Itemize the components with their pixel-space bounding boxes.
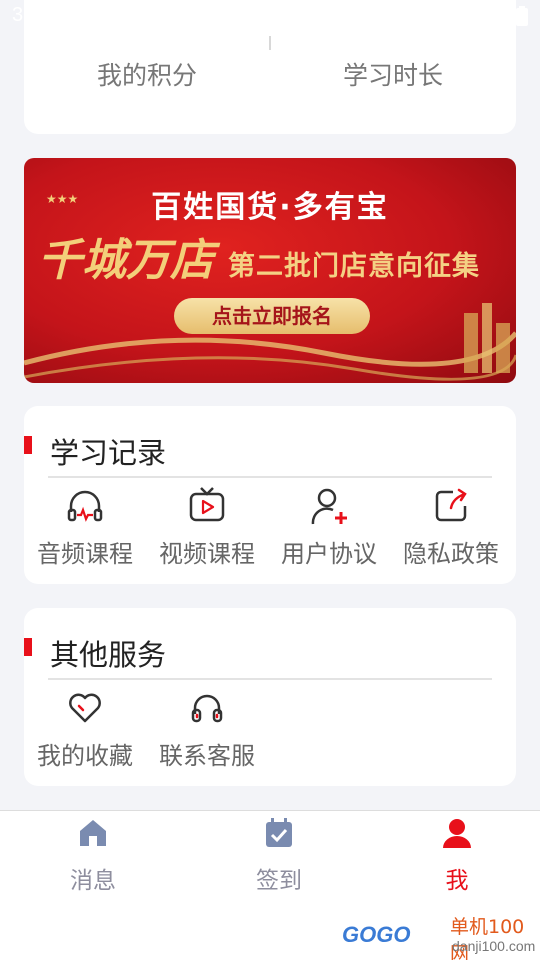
watermark-brand: GOGO <box>342 922 411 947</box>
user-icon <box>443 819 471 848</box>
my-points-label[interactable]: 我的积分 <box>24 56 270 92</box>
heart-icon <box>69 693 101 723</box>
promo-banner[interactable]: ★★★ 百姓国货·多有宝 千城万店 第二批门店意向征集 点击立即报名 <box>24 158 516 383</box>
audio-courses-item[interactable]: 音频课程 <box>24 486 146 569</box>
contact-support-label: 联系客服 <box>159 742 255 770</box>
tab-me-label: 我 <box>445 868 469 894</box>
my-favorites-item[interactable]: 我的收藏 <box>24 688 146 771</box>
video-courses-label: 视频课程 <box>159 540 255 568</box>
stat-divider <box>269 36 271 50</box>
headset-icon <box>191 694 223 723</box>
banner-subtitle: 第二批门店意向征集 <box>228 251 480 282</box>
section-marker <box>24 436 32 454</box>
tv-play-icon <box>189 487 225 522</box>
home-icon <box>80 820 106 846</box>
tab-messages-label: 消息 <box>70 868 116 894</box>
user-add-icon <box>311 488 347 525</box>
banner-gold-wave-decoration <box>24 303 516 381</box>
study-duration-label[interactable]: 学习时长 <box>270 56 516 92</box>
user-agreement-item[interactable]: 用户协议 <box>268 486 390 569</box>
my-favorites-label: 我的收藏 <box>37 742 133 770</box>
learning-records-section: 学习记录 音频课程 视频课程 用户协议 隐私政策 <box>24 406 516 584</box>
privacy-policy-item[interactable]: 隐私政策 <box>390 486 512 569</box>
tab-checkin-label: 签到 <box>256 868 302 894</box>
user-agreement-label: 用户协议 <box>281 540 377 568</box>
other-services-title: 其他服务 <box>50 638 167 672</box>
watermark-url: danji100.com <box>452 938 536 954</box>
banner-headline: 百姓国货·多有宝 <box>151 190 389 225</box>
section-divider <box>48 476 492 478</box>
tab-checkin[interactable]: 签到 <box>189 817 369 895</box>
watermark-logo: GOGO 单机100网 danji100.com <box>340 910 540 960</box>
banner-calligraphy: 千城万店 <box>38 235 214 286</box>
learning-records-title: 学习记录 <box>50 436 167 470</box>
tab-messages[interactable]: 消息 <box>3 817 183 895</box>
calendar-check-icon <box>266 818 292 847</box>
section-divider <box>48 678 492 680</box>
battery-icon <box>516 6 528 26</box>
tab-me[interactable]: 我 <box>367 817 540 895</box>
audio-headphone-icon <box>67 490 103 522</box>
stats-card: 我的积分 学习时长 <box>24 0 516 134</box>
privacy-policy-label: 隐私政策 <box>403 540 499 568</box>
video-courses-item[interactable]: 视频课程 <box>146 486 268 569</box>
contact-support-item[interactable]: 联系客服 <box>146 688 268 771</box>
other-services-section: 其他服务 我的收藏 联系客服 <box>24 608 516 786</box>
audio-courses-label: 音频课程 <box>37 540 133 568</box>
share-external-icon <box>435 488 467 522</box>
section-marker <box>24 638 32 656</box>
